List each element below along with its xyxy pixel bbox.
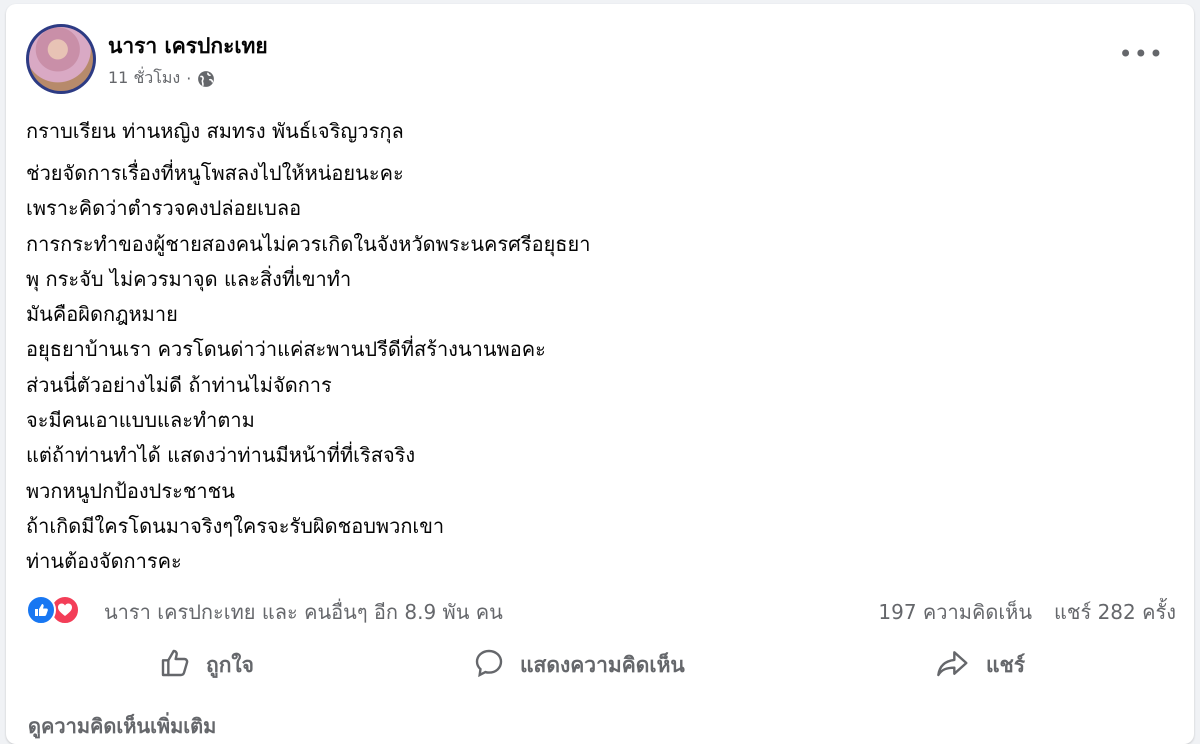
thumbs-up-icon [158, 647, 192, 684]
share-button[interactable]: แชร์ [934, 640, 1025, 690]
post-line: ถ้าเกิดมีใครโดนมาจริงๆใครจะรับผิดชอบพวกเ… [26, 513, 445, 538]
post-line: พวกหนูปกป้องประชาชน [26, 478, 235, 503]
view-more-comments-link[interactable]: ดูความคิดเห็นเพิ่มเติม [28, 710, 216, 742]
post-greeting: กราบเรียน ท่านหญิง สมทรง พันธ์เจริญวรกุล [26, 119, 404, 143]
post-line: จะมีคนเอาแบบและทำตาม [26, 408, 255, 433]
post-line: อยุธยาบ้านเรา ควรโดนด่าว่าแค่สะพานปรีดีท… [26, 337, 546, 362]
meta-separator: · [186, 69, 192, 88]
post-action-bar: ถูกใจ แสดงความคิดเห็น แชร์ [26, 640, 1176, 690]
post-line: ท่านต้องจัดการคะ [26, 549, 182, 574]
reaction-summary[interactable]: นารา เครปกะเทย และ คนอื่นๆ อีก 8.9 พัน ค… [104, 596, 503, 628]
more-options-button[interactable]: ••• [1119, 42, 1164, 66]
post-line: เพราะคิดว่าตำรวจคงปล่อยเบลอ [26, 196, 302, 221]
post-time[interactable]: 11 ชั่วโมง [108, 66, 180, 91]
post-line: มันคือผิดกฎหมาย [26, 302, 178, 327]
comment-button[interactable]: แสดงความคิดเห็น [472, 640, 685, 690]
post-line: พุ กระจับ ไม่ควรมาจุด และสิ่งที่เขาทำ [26, 266, 352, 291]
like-button[interactable]: ถูกใจ [158, 640, 254, 690]
comment-count[interactable]: 197 ความคิดเห็น [878, 596, 1032, 628]
globe-icon [197, 70, 215, 88]
author-name[interactable]: นารา เครปกะเทย [108, 30, 268, 63]
post-line: ช่วยจัดการเรื่องที่หนูโพสลงไปให้หน่อยนะค… [26, 161, 404, 185]
share-label: แชร์ [986, 652, 1026, 677]
like-label: ถูกใจ [206, 652, 254, 677]
author-avatar[interactable] [26, 24, 96, 94]
post-line: ส่วนนี่ตัวอย่างไม่ดี ถ้าท่านไม่จัดการ [26, 372, 332, 397]
share-count[interactable]: แชร์ 282 ครั้ง [1054, 596, 1176, 628]
share-arrow-icon [934, 647, 972, 684]
avatar-photo [29, 27, 93, 91]
engagement-counts: 197 ความคิดเห็น แชร์ 282 ครั้ง [878, 596, 1176, 628]
post-card: นารา เครปกะเทย 11 ชั่วโมง · ••• กราบเรีย… [6, 4, 1194, 744]
like-reaction-icon [26, 595, 56, 625]
post-body: กราบเรียน ท่านหญิง สมทรง พันธ์เจริญวรกุล… [26, 116, 1126, 580]
reaction-stats-bar: นารา เครปกะเทย และ คนอื่นๆ อีก 8.9 พัน ค… [26, 592, 1176, 628]
post-line: แต่ถ้าท่านทำได้ แสดงว่าท่านมีหน้าที่ที่เ… [26, 443, 416, 468]
post-line: การกระทำของผู้ชายสองคนไม่ควรเกิดในจังหวั… [26, 231, 591, 256]
reaction-icons[interactable] [26, 595, 80, 625]
post-meta: 11 ชั่วโมง · [108, 66, 215, 91]
comment-bubble-icon [472, 647, 506, 684]
comment-label: แสดงความคิดเห็น [520, 652, 685, 677]
